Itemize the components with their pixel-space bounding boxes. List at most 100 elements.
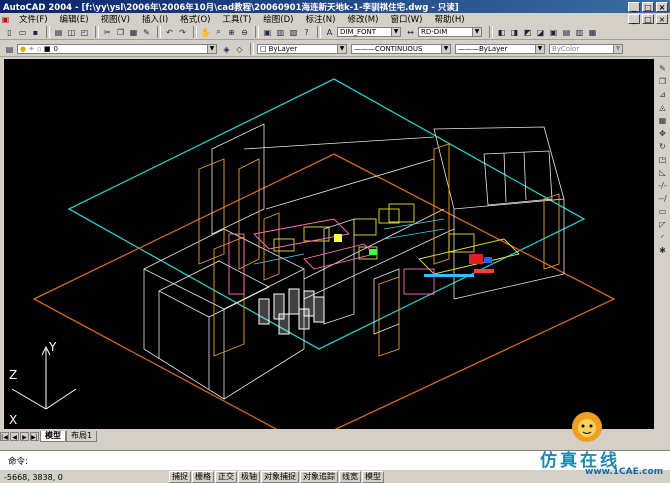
ortho-toggle[interactable]: 正交 <box>215 471 237 483</box>
explode-icon[interactable]: ✱ <box>657 245 668 256</box>
design-center-icon[interactable]: ▥ <box>275 27 286 38</box>
restore-button[interactable]: □ <box>642 1 654 12</box>
move-icon[interactable]: ✥ <box>657 128 668 139</box>
menu-draw[interactable]: 绘图(D) <box>257 13 299 25</box>
preview-icon[interactable]: ◫ <box>66 27 77 38</box>
menu-edit[interactable]: 编辑(E) <box>54 13 95 25</box>
menu-file[interactable]: 文件(F) <box>13 13 54 25</box>
lineweight-select[interactable]: ——— ByLayer ▼ <box>455 44 545 54</box>
stretch-icon[interactable]: ◺ <box>657 167 668 178</box>
menu-insert[interactable]: 插入(I) <box>136 13 174 25</box>
view-icon[interactable]: ◩ <box>522 27 533 38</box>
properties-icon[interactable]: ▣ <box>262 27 273 38</box>
erase-icon[interactable]: ✎ <box>657 63 668 74</box>
vertical-scrollbar[interactable] <box>655 306 667 428</box>
save-icon[interactable]: ▪ <box>30 27 41 38</box>
publish-icon[interactable]: ◰ <box>79 27 90 38</box>
cut-icon[interactable]: ✂ <box>102 27 113 38</box>
menu-view[interactable]: 视图(V) <box>95 13 136 25</box>
redo-icon[interactable]: ↷ <box>177 27 188 38</box>
text-style-select[interactable]: DIM_FONT ▼ <box>337 27 401 37</box>
new-icon[interactable]: ▯ <box>4 27 15 38</box>
close-button[interactable]: × <box>656 1 668 12</box>
view-icon[interactable]: ◧ <box>496 27 507 38</box>
array-icon[interactable]: ▦ <box>657 115 668 126</box>
menu-dimension[interactable]: 标注(N) <box>299 13 341 25</box>
layer-select[interactable]: ● ☀ ▫ ■ 0 ▼ <box>17 44 217 54</box>
scale-icon[interactable]: ◳ <box>657 154 668 165</box>
chevron-down-icon: ▼ <box>207 45 216 53</box>
polar-toggle[interactable]: 极轴 <box>238 471 260 483</box>
doc-minimize-button[interactable]: _ <box>628 14 640 24</box>
chamfer-icon[interactable]: ◸ <box>657 219 668 230</box>
first-tab-icon[interactable]: |◀ <box>0 431 9 441</box>
make-layer-current-icon[interactable]: ◈ <box>221 44 232 55</box>
pan-icon[interactable]: ✋ <box>200 27 211 38</box>
document-icon[interactable]: ▣ <box>0 14 11 25</box>
grid-toggle[interactable]: 栅格 <box>192 471 214 483</box>
osnap-toggle[interactable]: 对象捕捉 <box>261 471 299 483</box>
break-icon[interactable]: ▭ <box>657 206 668 217</box>
copy-object-icon[interactable]: ❐ <box>657 76 668 87</box>
help-icon[interactable]: ? <box>301 27 312 38</box>
lineweight-toggle[interactable]: 线宽 <box>339 471 361 483</box>
print-icon[interactable]: ▤ <box>53 27 64 38</box>
furniture-pink <box>228 218 435 295</box>
tab-model[interactable]: 模型 <box>40 430 66 442</box>
dim-style-select[interactable]: RD-DIM ▼ <box>418 27 482 37</box>
layer-previous-icon[interactable]: ◇ <box>234 44 245 55</box>
linetype-select[interactable]: ——— CONTINUOUS ▼ <box>351 44 451 54</box>
minimize-button[interactable]: _ <box>628 1 640 12</box>
chevron-down-icon: ▼ <box>337 45 346 53</box>
model-toggle[interactable]: 模型 <box>362 471 384 483</box>
extend-icon[interactable]: --/ <box>657 193 668 204</box>
toolbar-separator <box>193 26 197 38</box>
view-icon[interactable]: ▤ <box>561 27 572 38</box>
status-bar: -5668, 3838, 0 捕捉 栅格 正交 极轴 对象捕捉 对象追踪 线宽 … <box>0 471 670 483</box>
chevron-down-icon: ▼ <box>613 45 622 53</box>
view-icon[interactable]: ▦ <box>587 27 598 38</box>
modify-toolbar: ✎ ❐ ⊿ ◬ ▦ ✥ ↻ ◳ ◺ -/- --/ ▭ ◸ ◜ ✱ <box>655 62 670 302</box>
zoom-previous-icon[interactable]: ⊖ <box>239 27 250 38</box>
mirror-icon[interactable]: ⊿ <box>657 89 668 100</box>
prev-tab-icon[interactable]: ◀ <box>10 431 19 441</box>
view-icon[interactable]: ▣ <box>548 27 559 38</box>
trim-icon[interactable]: -/- <box>657 180 668 191</box>
sun-icon: ☀ <box>26 45 35 53</box>
menu-format[interactable]: 格式(O) <box>174 13 216 25</box>
tool-palettes-icon[interactable]: ▧ <box>288 27 299 38</box>
color-select[interactable]: □ ByLayer ▼ <box>257 44 347 54</box>
doc-restore-button[interactable]: □ <box>642 14 654 24</box>
zoom-window-icon[interactable]: ⊕ <box>226 27 237 38</box>
menu-help[interactable]: 帮助(H) <box>429 13 471 25</box>
view-icon[interactable]: ▥ <box>574 27 585 38</box>
doc-close-button[interactable]: × <box>656 14 668 24</box>
toolbar-separator <box>157 26 161 38</box>
drawing-canvas[interactable]: Z Y X <box>4 59 654 429</box>
ucs-icon <box>11 345 77 410</box>
view-icon[interactable]: ◪ <box>535 27 546 38</box>
plotstyle-select[interactable]: ByColor ▼ <box>549 44 623 54</box>
dim-style-value: RD-DIM <box>421 28 448 36</box>
last-tab-icon[interactable]: ▶| <box>30 431 39 441</box>
offset-icon[interactable]: ◬ <box>657 102 668 113</box>
open-icon[interactable]: ▭ <box>17 27 28 38</box>
paste-icon[interactable]: ▦ <box>128 27 139 38</box>
otrack-toggle[interactable]: 对象追踪 <box>300 471 338 483</box>
next-tab-icon[interactable]: ▶ <box>20 431 29 441</box>
copy-icon[interactable]: ❐ <box>115 27 126 38</box>
plotstyle-value: ByColor <box>552 45 580 53</box>
color-swatch-icon: ■ <box>41 45 51 53</box>
zoom-realtime-icon[interactable]: ⌕ <box>213 27 224 38</box>
rotate-icon[interactable]: ↻ <box>657 141 668 152</box>
undo-icon[interactable]: ↶ <box>164 27 175 38</box>
fillet-icon[interactable]: ◜ <box>657 232 668 243</box>
snap-toggle[interactable]: 捕捉 <box>169 471 191 483</box>
menu-window[interactable]: 窗口(W) <box>384 13 428 25</box>
view-icon[interactable]: ◨ <box>509 27 520 38</box>
layer-manager-icon[interactable]: ▤ <box>4 44 15 55</box>
tab-layout1[interactable]: 布局1 <box>66 430 98 442</box>
match-properties-icon[interactable]: ✎ <box>141 27 152 38</box>
menu-tools[interactable]: 工具(T) <box>216 13 257 25</box>
menu-modify[interactable]: 修改(M) <box>341 13 384 25</box>
